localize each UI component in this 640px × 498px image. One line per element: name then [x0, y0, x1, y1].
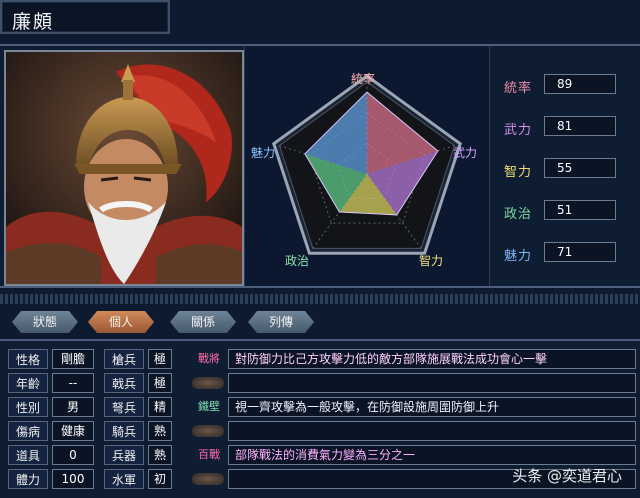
aptitude-label-spear: 槍兵: [104, 349, 144, 369]
attr-value-stamina: 100: [52, 469, 94, 489]
stat-row-charisma: 魅力 71: [504, 242, 634, 266]
attr-label-item: 道具: [8, 445, 48, 465]
attr-label-personality: 性格: [8, 349, 48, 369]
empty-skill-slot[interactable]: [192, 425, 224, 437]
general-name-box: 廉頗: [0, 0, 170, 34]
radar-label-command: 統率: [351, 72, 376, 86]
attr-value-item: 0: [52, 445, 94, 465]
stat-row-command: 統率 89: [504, 74, 634, 98]
stat-row-war: 武力 81: [504, 116, 634, 140]
attr-label-age: 年齡: [8, 373, 48, 393]
aptitude-value-cavalry: 熟: [148, 421, 172, 441]
stat-value: 89: [544, 74, 616, 94]
stat-label: 武力: [504, 123, 533, 138]
aptitude-value-navy: 初: [148, 469, 172, 489]
attr-label-stamina: 體力: [8, 469, 48, 489]
tab-bar: 狀態 個人 關係 列傳: [0, 309, 640, 335]
radar-label-politics: 政治: [285, 254, 310, 268]
aptitude-label-halberd: 戟兵: [104, 373, 144, 393]
tab-biography[interactable]: 列傳: [248, 311, 314, 333]
radar-label-war: 武力: [453, 146, 478, 160]
radar-label-intelligence: 智力: [419, 254, 444, 268]
stat-label: 統率: [504, 81, 533, 96]
aptitude-value-siege: 熟: [148, 445, 172, 465]
attr-value-personality: 剛膽: [52, 349, 94, 369]
general-name: 廉頗: [12, 11, 55, 33]
attr-label-injury: 傷病: [8, 421, 48, 441]
aptitude-label-crossbow: 弩兵: [104, 397, 144, 417]
radar-label-charisma: 魅力: [251, 146, 276, 160]
stat-row-intelligence: 智力 55: [504, 158, 634, 182]
attr-value-age: --: [52, 373, 94, 393]
aptitude-label-cavalry: 騎兵: [104, 421, 144, 441]
aptitude-value-spear: 極: [148, 349, 172, 369]
stat-value: 71: [544, 242, 616, 262]
stat-label: 智力: [504, 165, 533, 180]
portrait: [4, 50, 244, 286]
aptitude-value-crossbow: 精: [148, 397, 172, 417]
stat-value: 55: [544, 158, 616, 178]
stat-label: 魅力: [504, 249, 533, 264]
attr-value-gender: 男: [52, 397, 94, 417]
skill-name[interactable]: 鐵壁: [190, 397, 228, 417]
portrait-image: [6, 52, 242, 284]
skill-description: 視一齊攻擊為一般攻擊，在防御設施周圍防御上升: [228, 397, 636, 417]
divider: [0, 294, 640, 304]
aptitude-label-navy: 水軍: [104, 469, 144, 489]
attr-label-gender: 性別: [8, 397, 48, 417]
stat-row-politics: 政治 51: [504, 200, 634, 224]
skill-name[interactable]: 百戰: [190, 445, 228, 465]
tab-status[interactable]: 狀態: [12, 311, 78, 333]
empty-skill-slot[interactable]: [192, 377, 224, 389]
tab-relations[interactable]: 關係: [170, 311, 236, 333]
skill-name[interactable]: 戰將: [190, 349, 228, 369]
aptitude-value-halberd: 極: [148, 373, 172, 393]
empty-skill-slot[interactable]: [192, 473, 224, 485]
skill-description: [228, 373, 636, 393]
attr-value-injury: 健康: [52, 421, 94, 441]
tab-personal[interactable]: 個人: [88, 311, 154, 333]
skill-description: 部隊戰法的消費氣力變為三分之一: [228, 445, 636, 465]
stat-value: 81: [544, 116, 616, 136]
stats-list: 統率 89 武力 81 智力 55 政治 51 魅力 71: [490, 46, 640, 286]
aptitude-label-siege: 兵器: [104, 445, 144, 465]
status-panel: 統率 武力 智力 政治 魅力 統率 89 武力 81 智力 55 政治 51 魅…: [0, 44, 640, 288]
stat-label: 政治: [504, 207, 533, 222]
skill-description: 對防御力比己方攻擊力低的敵方部隊施展戰法成功會心一擊: [228, 349, 636, 369]
stat-value: 51: [544, 200, 616, 220]
skill-description: [228, 421, 636, 441]
radar-chart: 統率 武力 智力 政治 魅力: [244, 46, 490, 286]
watermark: 头条 @奕道君心: [512, 467, 622, 485]
